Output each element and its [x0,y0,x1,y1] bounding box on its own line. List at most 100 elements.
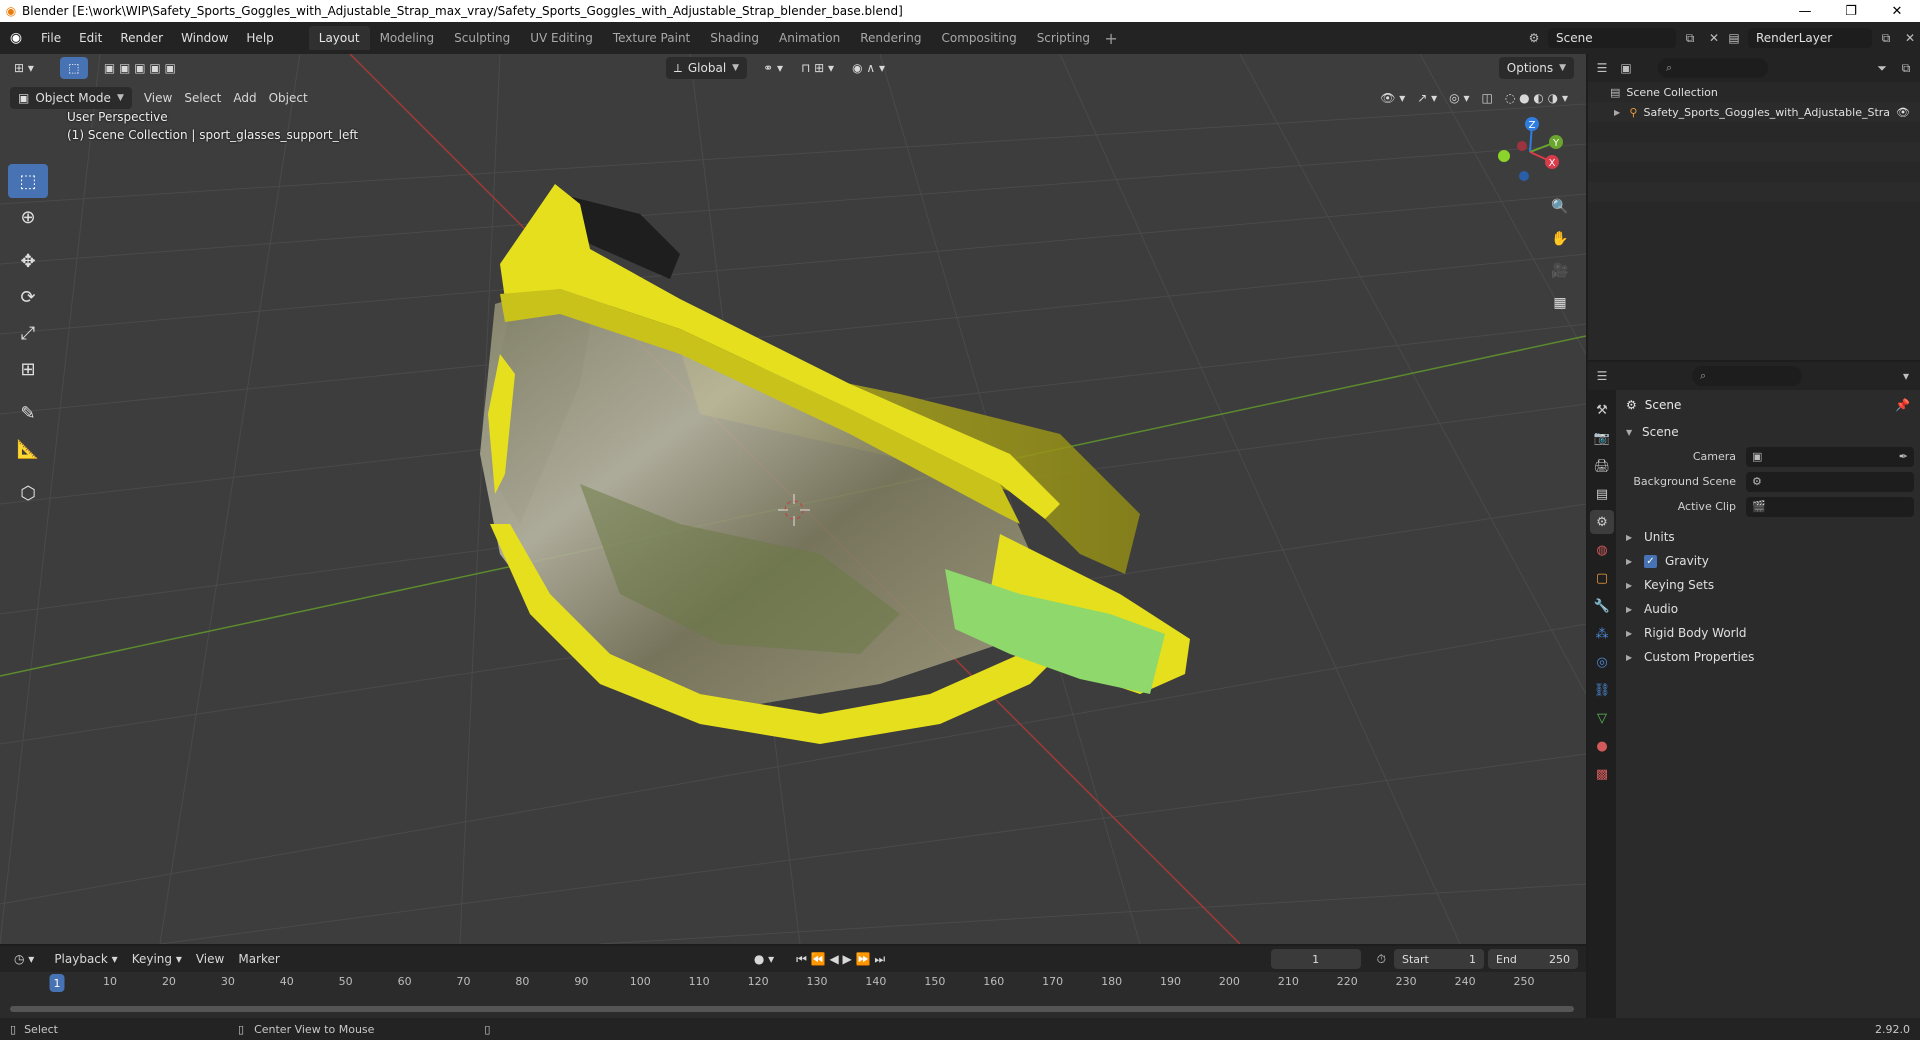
new-scene-icon[interactable]: ⧉ [1680,28,1700,48]
rotate-tool-icon[interactable]: ⟳ [8,280,48,314]
cursor-tool-icon[interactable]: ⊕ [8,200,48,234]
renderlayer-icon[interactable]: ▤ [1724,28,1744,48]
gravity-panel[interactable]: ▶ ✓ Gravity [1618,549,1920,573]
selection-modes-icon[interactable]: ▣ ▣ ▣ ▣ ▣ [98,57,182,79]
scene-section-header[interactable]: ▼ Scene [1618,420,1920,444]
playback-controls[interactable]: ⏮ ⏪ ◀ ▶ ⏩ ⏭ [790,948,891,970]
scene-icon[interactable]: ⚙ [1524,28,1544,48]
tool-tab-icon[interactable]: ⚒ [1590,398,1614,422]
modifier-tab-icon[interactable]: 🔧 [1590,594,1614,618]
close-button[interactable]: ✕ [1874,0,1920,22]
timeline-editor-icon[interactable]: ◷ ▾ [8,948,40,970]
menu-add[interactable]: Add [227,87,262,109]
render-tab-icon[interactable]: 📷 [1590,426,1614,450]
move-tool-icon[interactable]: ✥ [8,244,48,278]
zoom-icon[interactable]: 🔍 [1546,194,1574,220]
renderlayer-name-field[interactable]: RenderLayer [1748,28,1872,48]
delete-scene-icon[interactable]: ✕ [1704,28,1724,48]
select-mode-icon[interactable]: ⬚ [59,57,88,79]
visibility-icon[interactable]: 👁 ▾ [1374,87,1411,109]
pin-icon[interactable]: 📌 [1895,398,1910,412]
transform-orientation-dropdown[interactable]: ⟂ Global ▼ [665,57,748,79]
tab-uv-editing[interactable]: UV Editing [520,26,603,50]
xray-toggle-icon[interactable]: ◫ [1475,87,1498,109]
eyedropper-icon[interactable]: ✒ [1899,450,1908,463]
output-tab-icon[interactable]: 🖨 [1590,454,1614,478]
camera-view-icon[interactable]: 🎥 [1546,258,1574,284]
new-renderlayer-icon[interactable]: ⧉ [1876,28,1896,48]
tab-compositing[interactable]: Compositing [931,26,1026,50]
properties-editor-icon[interactable]: ☰ [1592,366,1612,386]
active-clip-field[interactable]: 🎬 [1746,496,1914,517]
record-icon[interactable]: ● ▾ [748,948,780,970]
menu-select[interactable]: Select [178,87,227,109]
outliner-search-input[interactable]: ⌕ [1658,58,1768,78]
world-tab-icon[interactable]: ◍ [1590,538,1614,562]
physics-tab-icon[interactable]: ◎ [1590,650,1614,674]
tab-rendering[interactable]: Rendering [850,26,931,50]
minimize-button[interactable]: — [1782,0,1828,22]
current-frame-field[interactable]: 1 [1270,949,1361,969]
outliner-row-object[interactable]: ▶ ⚲ Safety_Sports_Goggles_with_Adjustabl… [1588,102,1920,122]
blender-menu-icon[interactable]: ◉ [0,22,32,54]
proportional-edit-icon[interactable]: ◉ ∧ ▾ [846,57,891,79]
units-panel[interactable]: ▶ Units [1618,525,1920,549]
tab-modeling[interactable]: Modeling [370,26,445,50]
new-collection-icon[interactable]: ⧉ [1896,58,1916,78]
stopwatch-icon[interactable]: ⏱ [1371,948,1392,970]
timeline-scrollbar[interactable] [10,1006,1574,1012]
view-layer-tab-icon[interactable]: ▤ [1590,482,1614,506]
shading-modes-icon[interactable]: ◌ ● ◐ ◑ ▾ [1499,87,1574,109]
scene-tab-icon[interactable]: ⚙ [1590,510,1614,534]
background-scene-field[interactable]: ⚙ [1746,471,1914,492]
filter-icon[interactable]: ⏷ [1872,58,1892,78]
keying-sets-panel[interactable]: ▶ Keying Sets [1618,573,1920,597]
end-frame-field[interactable]: End 250 [1488,949,1578,969]
menu-marker[interactable]: Marker [232,948,285,970]
gravity-checkbox[interactable]: ✓ [1644,554,1657,568]
chevron-down-icon[interactable]: ▾ [1896,366,1916,386]
ortho-grid-icon[interactable]: ▦ [1546,290,1574,316]
tab-sculpting[interactable]: Sculpting [444,26,520,50]
outliner-editor-icon[interactable]: ☰ [1592,58,1612,78]
snap-icon[interactable]: ⊓ ⊞ ▾ [795,57,840,79]
gizmo-toggle-icon[interactable]: ↗ ▾ [1411,87,1443,109]
menu-render[interactable]: Render [111,27,172,49]
outliner-row-scene-collection[interactable]: ▤ Scene Collection [1588,82,1920,102]
tab-animation[interactable]: Animation [769,26,850,50]
pan-hand-icon[interactable]: ✋ [1546,226,1574,252]
restore-button[interactable]: ❐ [1828,0,1874,22]
texture-tab-icon[interactable]: ▩ [1590,762,1614,786]
overlay-toggle-icon[interactable]: ◎ ▾ [1443,87,1475,109]
menu-edit[interactable]: Edit [70,27,111,49]
options-dropdown[interactable]: Options ▼ [1498,57,1574,79]
add-workspace-icon[interactable]: + [1100,26,1122,50]
material-tab-icon[interactable]: ● [1590,734,1614,758]
menu-object[interactable]: Object [263,87,314,109]
data-tab-icon[interactable]: ▽ [1590,706,1614,730]
menu-playback[interactable]: Playback ▾ [48,948,123,970]
expand-arrow-icon[interactable]: ▶ [1614,108,1623,117]
menu-help[interactable]: Help [237,27,282,49]
rigid-body-world-panel[interactable]: ▶ Rigid Body World [1618,621,1920,645]
constraints-tab-icon[interactable]: ⛓ [1590,678,1614,702]
menu-window[interactable]: Window [172,27,237,49]
eye-visible-icon[interactable]: 👁 [1896,106,1910,119]
particles-tab-icon[interactable]: ⁂ [1590,622,1614,646]
menu-view[interactable]: View [138,87,178,109]
custom-properties-panel[interactable]: ▶ Custom Properties [1618,645,1920,669]
tab-shading[interactable]: Shading [700,26,769,50]
display-mode-icon[interactable]: ▣ [1616,58,1636,78]
start-frame-field[interactable]: Start 1 [1394,949,1484,969]
scale-tool-icon[interactable]: ⤢ [8,316,48,350]
add-cube-tool-icon[interactable]: ⬡ [8,476,48,510]
tab-layout[interactable]: Layout [308,26,370,50]
editor-type-icon[interactable]: ⊞ ▾ [8,57,40,79]
goggles-model[interactable] [480,184,1190,744]
audio-panel[interactable]: ▶ Audio [1618,597,1920,621]
timeline-ruler[interactable]: 1 10 20 30 40 50 60 70 80 90 100 110 120 130 140 150 160… [0,972,1586,994]
menu-file[interactable]: File [32,27,70,49]
mode-dropdown[interactable]: ▣ Object Mode ▼ [10,87,132,109]
object-tab-icon[interactable]: ▢ [1590,566,1614,590]
select-box-icon[interactable]: ⬚ [8,164,48,198]
